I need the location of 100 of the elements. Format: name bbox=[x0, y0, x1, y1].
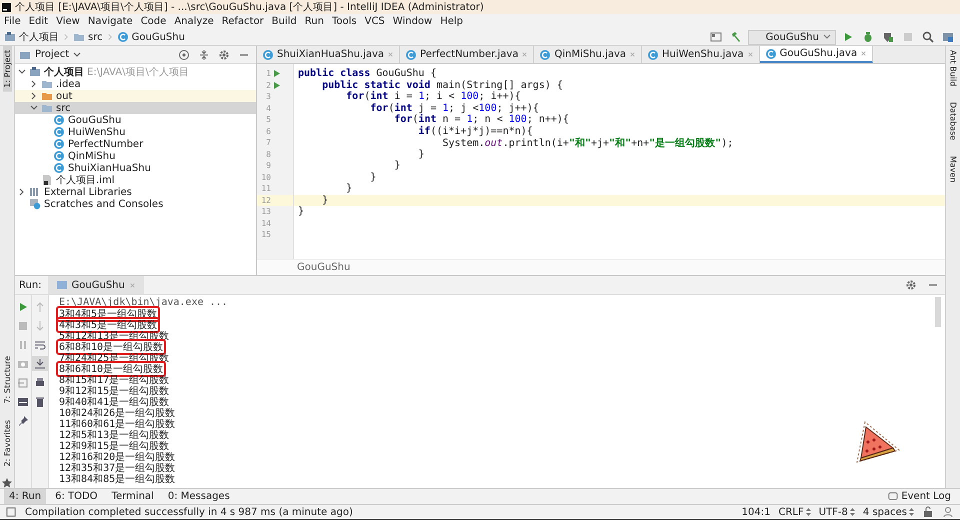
line-number: 4 bbox=[265, 104, 271, 113]
module-icon bbox=[4, 31, 16, 43]
tree-item[interactable]: External Libraries bbox=[15, 186, 256, 198]
breadcrumb-item[interactable]: 个人项目 bbox=[4, 30, 59, 44]
tree-item[interactable]: .idea bbox=[15, 78, 256, 90]
editor-tab[interactable]: PerfectNumber.java bbox=[400, 46, 534, 63]
caret-position[interactable]: 104:1 bbox=[742, 506, 770, 518]
tree-item-label: out bbox=[56, 90, 72, 102]
tool-tab[interactable]: 6: TODO bbox=[50, 489, 103, 504]
code-line: public static void main(String[] args) { bbox=[321, 80, 563, 91]
close-icon bbox=[629, 51, 636, 58]
tree-item[interactable]: ShuiXianHuaShu bbox=[15, 162, 256, 174]
star-icon bbox=[2, 478, 12, 488]
tool-window-button[interactable]: Maven bbox=[948, 152, 958, 188]
run-gutter-icon[interactable] bbox=[273, 80, 281, 90]
tool-window-button[interactable]: Database bbox=[948, 98, 958, 144]
code-line: } bbox=[393, 160, 400, 172]
close-icon bbox=[387, 51, 394, 58]
menu-item[interactable]: Analyze bbox=[170, 16, 218, 27]
scrollbar[interactable] bbox=[935, 297, 941, 327]
console-line: E:\JAVA\jdk\bin\java.exe ... bbox=[58, 297, 229, 308]
tree-item-label: ShuiXianHuaShu bbox=[68, 162, 151, 174]
tree-item[interactable]: QinMiShu bbox=[15, 150, 256, 162]
tree-item-label: GouGuShu bbox=[68, 114, 122, 126]
code-line: for(int n = 1; n < 100; n++){ bbox=[393, 114, 569, 126]
breadcrumb-item[interactable]: GouGuShu bbox=[297, 262, 350, 273]
tool-window-button[interactable]: 2: Favorites bbox=[2, 416, 12, 470]
file-icon bbox=[41, 174, 53, 186]
tool-window-button[interactable]: 7: Structure bbox=[2, 352, 12, 408]
speech-bubble-icon bbox=[888, 492, 898, 502]
code-line: for(int i = 1; i < 100; i++){ bbox=[345, 91, 521, 102]
tree-item[interactable]: PerfectNumber bbox=[15, 138, 256, 150]
line-number: 12 bbox=[260, 196, 271, 205]
line-number: 13 bbox=[260, 207, 271, 216]
class-icon bbox=[116, 31, 129, 43]
status-widget[interactable]: CRLF bbox=[778, 506, 811, 518]
tree-item[interactable]: Scratches and Consoles bbox=[15, 198, 256, 210]
console-line: 9和40和41是一组勾股数 bbox=[58, 395, 170, 408]
menu-item[interactable]: Code bbox=[136, 16, 170, 27]
search-icon[interactable] bbox=[920, 30, 936, 44]
module-icon bbox=[29, 66, 41, 78]
run-tab[interactable]: GouGuShu bbox=[48, 276, 144, 294]
up-down-icon bbox=[806, 508, 811, 516]
tree-item[interactable]: 个人项目.iml bbox=[15, 174, 256, 186]
line-number: 14 bbox=[260, 218, 271, 228]
editor-tab[interactable]: GouGuShu.java bbox=[760, 46, 874, 63]
console-line: 8和6和10是一组勾股数 bbox=[57, 362, 166, 376]
class-icon bbox=[53, 126, 65, 138]
tree-item[interactable]: src bbox=[15, 102, 256, 114]
menu-item[interactable]: File bbox=[0, 16, 25, 27]
layout-icon[interactable] bbox=[708, 30, 724, 44]
menu-item[interactable]: Run bbox=[300, 16, 328, 27]
menu-item[interactable]: Build bbox=[268, 16, 301, 27]
tool-window-button[interactable]: Ant Build bbox=[948, 46, 958, 90]
close-icon bbox=[746, 51, 754, 58]
menu-item[interactable]: Window bbox=[388, 16, 436, 27]
tool-tab[interactable]: Terminal bbox=[106, 489, 159, 504]
class-icon bbox=[764, 48, 777, 60]
status-widget[interactable]: UTF-8 bbox=[818, 506, 855, 518]
run-configuration-dropdown[interactable]: GouGuShu bbox=[748, 30, 836, 44]
editor-tab[interactable]: HuiWenShu.java bbox=[642, 46, 760, 63]
menu-item[interactable]: Refactor bbox=[218, 16, 268, 27]
tree-item[interactable]: HuiWenShu bbox=[15, 126, 256, 138]
chevron-down-icon bbox=[73, 50, 82, 58]
tool-tab[interactable]: 4: Run bbox=[4, 489, 46, 504]
chevron-right-icon bbox=[106, 33, 113, 41]
code-line: } bbox=[298, 206, 304, 218]
menu-item[interactable]: Help bbox=[436, 16, 468, 27]
menu-item[interactable]: Navigate bbox=[84, 16, 137, 27]
menu-item[interactable]: Tools bbox=[328, 16, 361, 27]
console-line: 13和84和85是一组勾股数 bbox=[58, 472, 176, 486]
menu-item[interactable]: Edit bbox=[24, 16, 52, 27]
event-log-button[interactable]: Event Log bbox=[883, 489, 956, 504]
run-gutter-icon[interactable] bbox=[273, 69, 281, 78]
console-line: 4和3和5是一组勾股数 bbox=[57, 318, 160, 332]
target-icon[interactable] bbox=[176, 47, 192, 62]
lock-icon bbox=[922, 506, 934, 518]
status-widget[interactable]: 4 spaces bbox=[862, 506, 914, 518]
breadcrumb-item[interactable]: GouGuShu bbox=[116, 31, 185, 43]
menu-item[interactable]: View bbox=[52, 16, 84, 27]
breadcrumb-item[interactable]: src bbox=[73, 31, 103, 43]
chevron-right-icon bbox=[63, 33, 69, 41]
editor-tab[interactable]: ShuiXianHuaShu.java bbox=[257, 46, 400, 63]
code-line: } bbox=[321, 194, 328, 206]
status-message: Compilation completed successfully in 4 s 987 ms (a minute ago) bbox=[25, 506, 353, 518]
tree-item[interactable]: 个人项目 E:\JAVA\项目\个人项目 bbox=[15, 66, 256, 78]
tool-window-button[interactable]: 1: Project bbox=[2, 46, 12, 92]
tree-item-label: src bbox=[56, 102, 71, 114]
panel-title[interactable]: Project bbox=[35, 49, 70, 60]
console-line: 11和60和61是一组勾股数 bbox=[58, 417, 176, 430]
tool-tab[interactable]: 0: Messages bbox=[162, 489, 235, 504]
tree-item[interactable]: out bbox=[15, 90, 256, 102]
close-icon bbox=[860, 50, 868, 57]
panel-title: Run: bbox=[19, 280, 42, 290]
checkbox-icon bbox=[6, 506, 17, 518]
editor-tab[interactable]: QinMiShu.java bbox=[534, 46, 642, 63]
console-line: 12和35和37是一组勾股数 bbox=[58, 461, 176, 474]
menu-item[interactable]: VCS bbox=[360, 16, 389, 27]
tree-item[interactable]: GouGuShu bbox=[15, 114, 256, 126]
scroll-to-end-icon[interactable] bbox=[32, 356, 48, 371]
